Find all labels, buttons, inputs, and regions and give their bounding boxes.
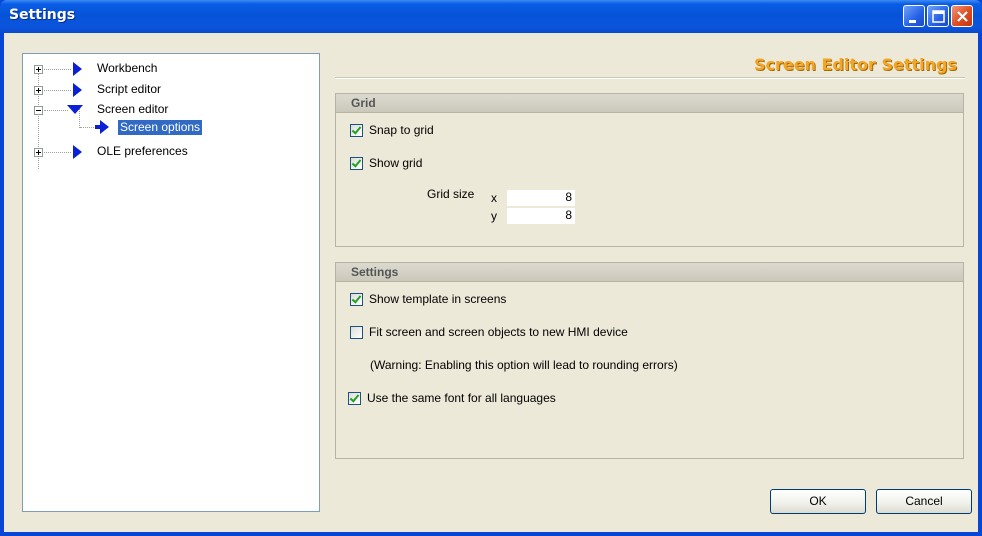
group-header: Grid (336, 94, 963, 113)
expand-icon[interactable] (34, 85, 43, 95)
grid-size-x-input[interactable]: 8 (507, 190, 575, 206)
title-bar[interactable]: Settings (0, 0, 982, 33)
tree-item-label: Script editor (97, 82, 162, 96)
collapse-icon[interactable] (34, 105, 43, 115)
show-grid-checkbox[interactable] (350, 156, 363, 170)
y-label: y (491, 209, 497, 223)
tree-connector (44, 152, 71, 153)
settings-window: Settings Workbench Script editor Screen … (0, 0, 982, 536)
arrow-down-icon (67, 105, 83, 114)
show-template-option[interactable]: Show template in screens (350, 291, 506, 307)
show-template-checkbox[interactable] (350, 292, 363, 306)
tree-connector (44, 110, 68, 111)
ok-button[interactable]: OK (770, 489, 866, 514)
tree-connector (80, 127, 94, 128)
checkbox-label: Show grid (369, 156, 423, 170)
show-grid-option[interactable]: Show grid (350, 155, 422, 171)
expand-icon[interactable] (34, 64, 43, 74)
same-font-option[interactable]: Use the same font for all languages (348, 390, 556, 406)
minimize-icon (909, 20, 916, 23)
tree-item-label: Screen editor (97, 102, 169, 116)
checkbox-label: Snap to grid (369, 123, 434, 137)
maximize-button[interactable] (927, 5, 949, 27)
settings-tree[interactable]: Workbench Script editor Screen editor Sc… (22, 53, 320, 512)
window-border (0, 532, 982, 536)
maximize-icon (932, 10, 945, 23)
rounding-warning: (Warning: Enabling this option will lead… (370, 358, 678, 372)
tree-item-screen-editor[interactable] (34, 102, 43, 118)
same-font-checkbox[interactable] (348, 391, 361, 405)
snap-to-grid-option[interactable]: Snap to grid (350, 122, 434, 138)
cancel-button[interactable]: Cancel (876, 489, 972, 514)
tree-item-workbench[interactable] (34, 61, 43, 77)
header-divider (335, 77, 965, 79)
grid-size-label: Grid size (427, 187, 475, 201)
x-label: x (491, 191, 497, 205)
group-header: Settings (336, 263, 963, 282)
snap-to-grid-checkbox[interactable] (350, 123, 363, 137)
settings-group: Settings Show template in screens Fit sc… (335, 262, 964, 459)
minimize-button[interactable] (903, 5, 925, 27)
checkbox-label: Fit screen and screen objects to new HMI… (369, 325, 628, 339)
tree-item-script-editor[interactable] (34, 82, 43, 98)
arrow-right-icon (73, 83, 82, 97)
fit-screen-checkbox[interactable] (350, 325, 363, 339)
expand-icon[interactable] (34, 147, 43, 157)
window-title: Settings (9, 7, 76, 23)
checkbox-label: Show template in screens (369, 292, 507, 306)
tree-item-screen-options[interactable]: Screen options (118, 120, 203, 135)
arrow-right-icon (73, 62, 82, 76)
group-title: Grid (351, 96, 376, 110)
close-icon (957, 11, 968, 22)
grid-group: Grid Snap to grid Show grid Grid size x … (335, 93, 964, 247)
close-button[interactable] (951, 5, 973, 27)
dialog-client-area: Workbench Script editor Screen editor Sc… (4, 33, 978, 532)
tree-connector (44, 90, 71, 91)
fit-screen-option[interactable]: Fit screen and screen objects to new HMI… (350, 324, 628, 340)
group-title: Settings (351, 265, 399, 279)
tree-item-label: Workbench (97, 61, 158, 75)
arrow-right-icon (95, 120, 109, 134)
tree-item-label: OLE preferences (97, 144, 188, 158)
tree-connector (44, 69, 71, 70)
arrow-right-icon (73, 145, 82, 159)
checkbox-label: Use the same font for all languages (367, 391, 556, 405)
tree-item-ole-preferences[interactable] (34, 144, 43, 160)
grid-size-y-input[interactable]: 8 (507, 208, 575, 224)
page-title: Screen Editor Settings (753, 55, 957, 74)
